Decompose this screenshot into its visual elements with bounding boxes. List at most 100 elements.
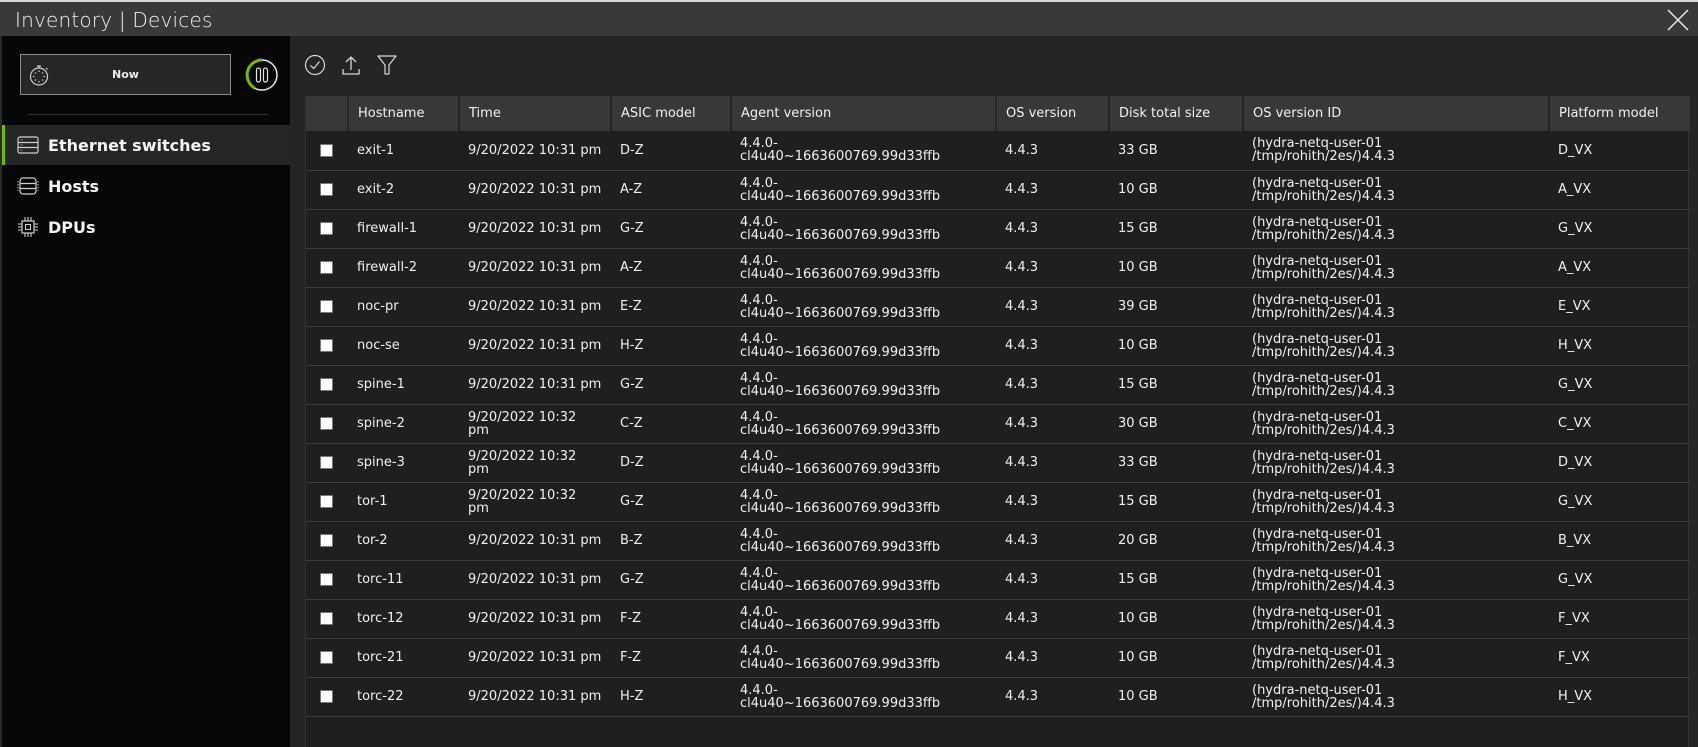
disk-total-size: 33 GB <box>1118 142 1158 158</box>
sidebar-item-ethernet-switches[interactable]: Ethernet switches <box>2 125 290 165</box>
os-version-id-line-2: /tmp/rohith/2es/)4.4.3 <box>1252 344 1395 360</box>
os-version-id-line-2: /tmp/rohith/2es/)4.4.3 <box>1252 305 1395 321</box>
row-checkbox[interactable] <box>320 495 333 508</box>
column-header-os-version-id[interactable]: OS version ID <box>1243 96 1550 131</box>
agent-version-cell: 4.4.0- cl4u40~1663600769.99d33ffb <box>731 677 996 717</box>
os-version-id-line-2: /tmp/rohith/2es/)4.4.3 <box>1252 227 1395 243</box>
disk-total-size: 10 GB <box>1118 611 1158 626</box>
platform-model-cell: G_VX <box>1549 209 1690 249</box>
time-cell: 9/20/2022 10:31 pm <box>459 638 611 678</box>
column-header-agent-version[interactable]: Agent version <box>731 96 997 131</box>
os-version-id-cell: (hydra-netq-user-01/tmp/rohith/2es/)4.4.… <box>1243 521 1549 561</box>
row-checkbox[interactable] <box>320 534 333 547</box>
asic-model: F-Z <box>620 611 642 626</box>
asic-model: F-Z <box>620 650 642 665</box>
os-version: 4.4.3 <box>1005 260 1039 275</box>
agent-version-line-2: cl4u40~1663600769.99d33ffb <box>740 344 941 360</box>
hostname: spine-2 <box>357 416 405 431</box>
os-version-cell: 4.4.3 <box>996 638 1109 678</box>
table-row[interactable]: firewall-2 9/20/2022 10:31 pm A-Z 4.4.0-… <box>306 248 1690 288</box>
time-cell: 9/20/2022 10:31 pm <box>459 599 611 639</box>
row-checkbox[interactable] <box>320 690 333 703</box>
time-cell: 9/20/2022 10:32 pm <box>459 443 611 483</box>
sidebar-item-hosts[interactable]: Hosts <box>2 166 290 206</box>
os-version-cell: 4.4.3 <box>996 521 1109 561</box>
time-cell: 9/20/2022 10:31 pm <box>459 521 611 561</box>
table-row[interactable]: spine-2 9/20/2022 10:32 pm C-Z 4.4.0- cl4u… <box>306 404 1690 444</box>
check-circle-icon[interactable] <box>304 54 326 76</box>
row-checkbox[interactable] <box>320 339 333 352</box>
hostname: spine-3 <box>357 455 405 470</box>
column-header-asic-model[interactable]: ASIC model <box>611 96 732 131</box>
asic-model-cell: F-Z <box>611 599 731 639</box>
asic-model-cell: B-Z <box>611 521 731 561</box>
title-bar: Inventory | Devices <box>0 0 1698 36</box>
time-line-1: 9/20/2022 10:31 pm <box>468 338 602 353</box>
os-version-id-line-1: (hydra-netq-user-01 <box>1252 292 1383 308</box>
row-checkbox[interactable] <box>320 183 333 196</box>
time-line-2: pm <box>468 422 489 438</box>
os-version-id-line-1: (hydra-netq-user-01 <box>1252 409 1383 425</box>
agent-version-cell: 4.4.0- cl4u40~1663600769.99d33ffb <box>731 560 996 600</box>
table-row[interactable]: torc-12 9/20/2022 10:31 pm F-Z 4.4.0- cl4… <box>306 599 1690 639</box>
hostname-cell: firewall-1 <box>348 209 459 249</box>
table-row[interactable]: noc-pr 9/20/2022 10:31 pm E-Z 4.4.0- cl4u… <box>306 287 1690 327</box>
platform-model-cell: D_VX <box>1549 131 1690 171</box>
row-checkbox[interactable] <box>320 300 333 313</box>
row-checkbox[interactable] <box>320 417 333 430</box>
platform-model: C_VX <box>1558 416 1592 431</box>
time-picker-button[interactable]: Now <box>20 54 231 95</box>
upload-icon[interactable] <box>340 54 362 76</box>
table-row[interactable]: torc-22 9/20/2022 10:31 pm H-Z 4.4.0- cl4… <box>306 677 1690 717</box>
row-checkbox[interactable] <box>320 378 333 391</box>
table-row[interactable]: exit-2 9/20/2022 10:31 pm A-Z 4.4.0- cl4u… <box>306 170 1690 210</box>
table-row[interactable]: firewall-1 9/20/2022 10:31 pm G-Z 4.4.0-… <box>306 209 1690 249</box>
column-header-disk-total-size[interactable]: Disk total size <box>1109 96 1244 131</box>
table-row[interactable]: spine-3 9/20/2022 10:32 pm D-Z 4.4.0- cl4u… <box>306 443 1690 483</box>
hostname-cell: torc-12 <box>348 599 459 639</box>
platform-model-cell: H_VX <box>1549 326 1690 366</box>
column-header-time[interactable]: Time <box>459 96 612 131</box>
os-version: 4.4.3 <box>1005 494 1039 509</box>
os-version-id-cell: (hydra-netq-user-01/tmp/rohith/2es/)4.4.… <box>1243 209 1549 249</box>
os-version: 4.4.3 <box>1005 611 1039 626</box>
table-row[interactable]: tor-1 9/20/2022 10:32 pm G-Z 4.4.0- cl4u40… <box>306 482 1690 522</box>
sidebar-item-dpus[interactable]: DPUs <box>2 207 290 247</box>
asic-model-cell: A-Z <box>611 170 731 210</box>
hostname-cell: noc-se <box>348 326 459 366</box>
disk-total-size: 15 GB <box>1118 494 1158 509</box>
table-row[interactable]: spine-1 9/20/2022 10:31 pm G-Z 4.4.0- cl4… <box>306 365 1690 405</box>
row-checkbox[interactable] <box>320 612 333 625</box>
platform-model-cell: G_VX <box>1549 365 1690 405</box>
row-select-cell <box>306 599 348 639</box>
row-checkbox[interactable] <box>320 261 333 274</box>
agent-version-cell: 4.4.0- cl4u40~1663600769.99d33ffb <box>731 287 996 327</box>
row-checkbox[interactable] <box>320 143 333 157</box>
agent-version-cell: 4.4.0- cl4u40~1663600769.99d33ffb <box>731 482 996 522</box>
stopwatch-icon <box>28 63 50 91</box>
os-version-cell: 4.4.3 <box>996 170 1109 210</box>
table-row[interactable]: torc-11 9/20/2022 10:31 pm G-Z 4.4.0- cl4… <box>306 560 1690 600</box>
time-cell: 9/20/2022 10:31 pm <box>459 209 611 249</box>
time-line-1: 9/20/2022 10:31 pm <box>468 142 602 158</box>
agent-version-line-2: cl4u40~1663600769.99d33ffb <box>740 617 941 633</box>
row-checkbox[interactable] <box>320 222 333 235</box>
hostname-cell: torc-22 <box>348 677 459 717</box>
table-row[interactable]: torc-21 9/20/2022 10:31 pm F-Z 4.4.0- cl4… <box>306 638 1690 678</box>
row-checkbox[interactable] <box>320 456 333 469</box>
table-row[interactable]: tor-2 9/20/2022 10:31 pm B-Z 4.4.0- cl4u4… <box>306 521 1690 561</box>
table-row[interactable]: noc-se 9/20/2022 10:31 pm H-Z 4.4.0- cl4u… <box>306 326 1690 366</box>
column-header-platform-model[interactable]: Platform model <box>1549 96 1690 131</box>
time-line-1: 9/20/2022 10:31 pm <box>468 377 602 392</box>
column-header-hostname[interactable]: Hostname <box>348 96 460 131</box>
row-checkbox[interactable] <box>320 651 333 664</box>
row-checkbox[interactable] <box>320 573 333 586</box>
filter-icon[interactable] <box>376 54 398 76</box>
column-header-os-version[interactable]: OS version <box>996 96 1110 131</box>
platform-model: G_VX <box>1558 221 1593 236</box>
disk-total-size: 39 GB <box>1118 299 1158 314</box>
table-row[interactable]: exit-1 9/20/2022 10:31 pm D-Z 4.4.0- cl4u… <box>306 131 1690 171</box>
pause-icon[interactable] <box>245 58 279 92</box>
close-icon[interactable] <box>1666 8 1690 32</box>
row-select-cell <box>306 482 348 522</box>
